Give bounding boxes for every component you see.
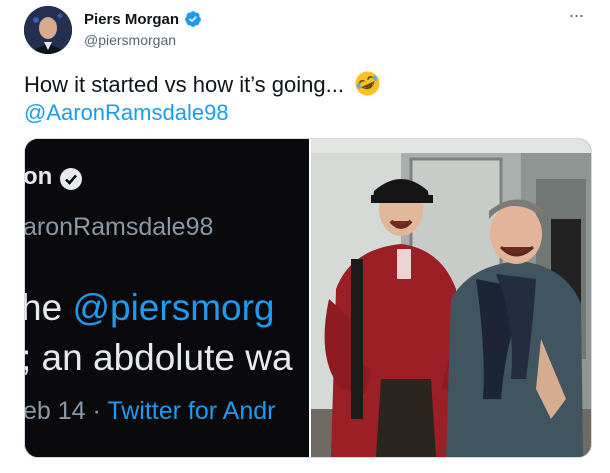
verified-badge-icon bbox=[185, 11, 201, 27]
more-options-icon[interactable]: ··· bbox=[565, 6, 587, 28]
rolling-on-floor-laughing-emoji-icon bbox=[355, 71, 380, 96]
media-right-photo[interactable] bbox=[311, 139, 591, 457]
tweet-text-line: How it started vs how it’s going... bbox=[24, 70, 381, 100]
screenshot-line1-mention: @piersmorg bbox=[72, 287, 275, 328]
screenshot-verified-icon bbox=[60, 168, 82, 190]
screenshot-line2: ; an abdolute wa bbox=[25, 337, 293, 378]
screenshot-separator: · bbox=[92, 397, 101, 425]
screenshot-meta-line: eb 14 · Twitter for Andr bbox=[25, 397, 275, 426]
tweet-mention-link[interactable]: @AaronRamsdale98 bbox=[24, 98, 229, 128]
author-handle[interactable]: @piersmorgan bbox=[84, 32, 176, 48]
tweet: Piers Morgan @piersmorgan ··· How it sta… bbox=[0, 0, 610, 473]
author-avatar[interactable] bbox=[24, 6, 72, 54]
tweet-text: How it started vs how it’s going... bbox=[24, 72, 344, 97]
author-name-row[interactable]: Piers Morgan bbox=[84, 10, 202, 28]
media-left-screenshot[interactable]: on aronRamsdale98 he @piersmorg ; an abd… bbox=[25, 139, 309, 457]
avatar-image bbox=[24, 6, 72, 54]
photo-two-men-laughing-icon bbox=[311, 139, 591, 457]
screenshot-source: Twitter for Andr bbox=[107, 397, 276, 425]
author-name[interactable]: Piers Morgan bbox=[84, 11, 179, 28]
tweet-media[interactable]: on aronRamsdale98 he @piersmorg ; an abd… bbox=[24, 138, 592, 458]
screenshot-line1-prefix: he bbox=[25, 287, 73, 328]
screenshot-date: eb 14 bbox=[25, 397, 86, 425]
screenshot-line1: he @piersmorg bbox=[25, 287, 275, 329]
screenshot-handle-fragment: aronRamsdale98 bbox=[25, 213, 214, 241]
screenshot-name-fragment: on bbox=[25, 163, 53, 190]
